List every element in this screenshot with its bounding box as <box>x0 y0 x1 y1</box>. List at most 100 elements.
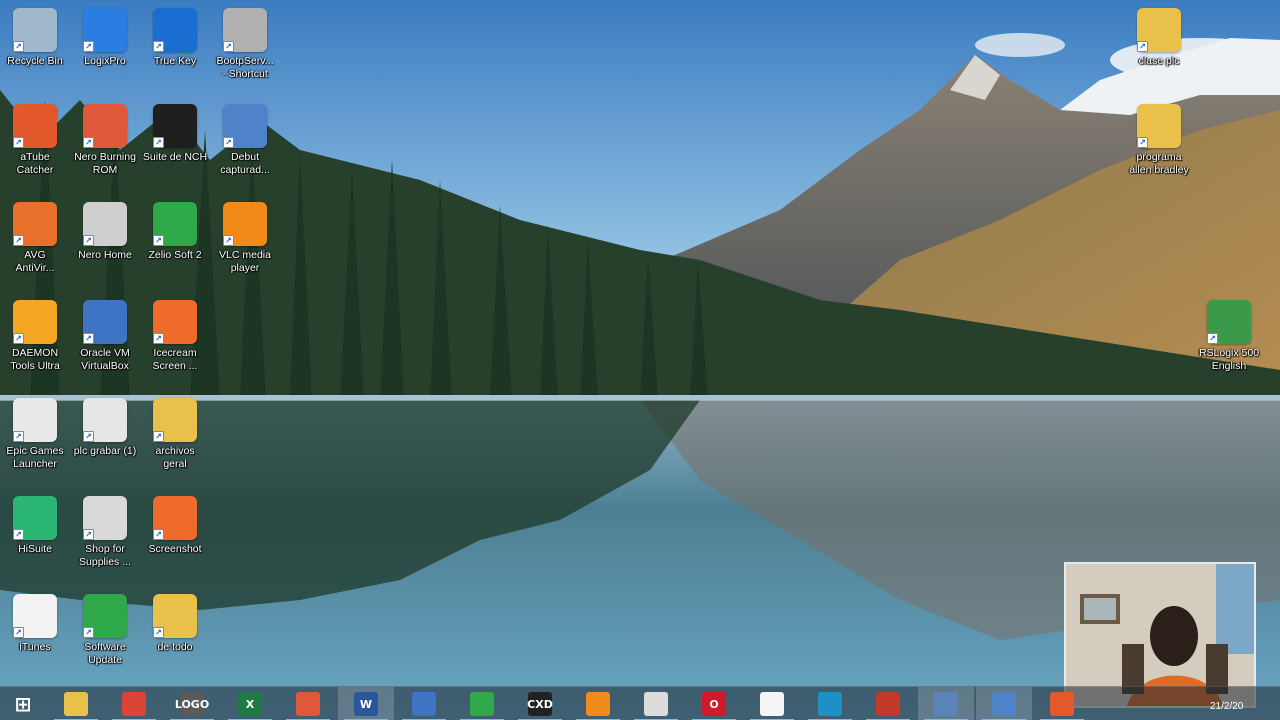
taskbar-cxd[interactable]: CXD <box>512 687 568 720</box>
desktop-icon-bootp-server[interactable]: ↗ BootpServ... - Shortcut <box>210 8 280 98</box>
logo-soft-comfort-icon: LOGO <box>175 692 209 716</box>
icecream-screen-recorder-icon: ↗ <box>153 300 197 344</box>
desktop-icon-label: RSLogix 500 English <box>1198 347 1260 372</box>
desktop-icon-plc-file[interactable]: ↗ plc grabar (1) <box>70 398 140 488</box>
taskbar-opera[interactable]: O <box>686 687 742 720</box>
word-icon: W <box>354 692 378 716</box>
desktop-icon-atube-catcher[interactable]: ↗ aTube Catcher <box>0 104 70 194</box>
taskbar-file-explorer[interactable] <box>48 687 104 720</box>
shortcut-arrow-icon: ↗ <box>1137 41 1148 52</box>
taskbar-debut[interactable] <box>976 687 1032 720</box>
desktop-icon-folder[interactable]: ↗ de todo <box>140 594 210 684</box>
desktop-icon-folder[interactable]: ↗ programa allen bradley <box>1124 104 1194 194</box>
vlc-icon: ↗ <box>223 202 267 246</box>
desktop-icon-label: HiSuite <box>18 543 52 555</box>
desktop-icon-icecream-screen-recorder[interactable]: ↗ Icecream Screen ... <box>140 300 210 390</box>
zelio-soft-icon: ↗ <box>153 202 197 246</box>
nch-suite-icon: ↗ <box>153 104 197 148</box>
shortcut-arrow-icon: ↗ <box>153 235 164 246</box>
desktop-icon-itunes[interactable]: ↗ iTunes <box>0 594 70 684</box>
desktop-icon-nero-burning-rom[interactable]: ↗ Nero Burning ROM <box>70 104 140 194</box>
taskbar-virtualbox[interactable] <box>396 687 452 720</box>
nero-burning-rom-icon <box>296 692 320 716</box>
shortcut-arrow-icon: ↗ <box>83 333 94 344</box>
desktop-icon-nch-suite[interactable]: ↗ Suite de NCH <box>140 104 210 194</box>
folder-icon: ↗ <box>1137 104 1181 148</box>
desktop-icon-software-update[interactable]: ↗ Software Update <box>70 594 140 684</box>
desktop-icon-screenshot[interactable]: ↗ Screenshot <box>140 496 210 586</box>
excel-icon: X <box>238 692 262 716</box>
true-key-icon: ↗ <box>153 8 197 52</box>
desktop-icon-virtualbox[interactable]: ↗ Oracle VM VirtualBox <box>70 300 140 390</box>
taskbar-office[interactable] <box>1034 687 1090 720</box>
desktop-icon-true-key[interactable]: ↗ True Key <box>140 8 210 98</box>
taskbar-logo-soft[interactable]: LOGO <box>164 687 220 720</box>
debut-video-capture-icon: ↗ <box>223 104 267 148</box>
desktop-icon-label: Nero Burning ROM <box>74 151 136 176</box>
photos-icon <box>818 692 842 716</box>
daemon-tools-icon: ↗ <box>13 300 57 344</box>
windows-logo-icon: ⊞ <box>14 692 32 716</box>
desktop-icon-daemon-tools[interactable]: ↗ DAEMON Tools Ultra <box>0 300 70 390</box>
desktop-icon-logixpro[interactable]: ↗ LogixPro <box>70 8 140 98</box>
desktop-icon-folder[interactable]: ↗ archivos geral <box>140 398 210 488</box>
shortcut-arrow-icon: ↗ <box>13 431 24 442</box>
taskbar-start-button[interactable]: ⊞ <box>0 687 46 720</box>
desktop-icon-label: aTube Catcher <box>16 151 54 176</box>
taskbar-keyboard-app[interactable] <box>628 687 684 720</box>
desktop-icon-label: plc grabar (1) <box>73 445 137 457</box>
desktop-icon-label: LogixPro <box>84 55 126 67</box>
shortcut-arrow-icon: ↗ <box>1137 137 1148 148</box>
taskbar-blank-file[interactable] <box>744 687 800 720</box>
desktop-icon-label: Oracle VM VirtualBox <box>80 347 130 372</box>
shortcut-arrow-icon: ↗ <box>153 41 164 52</box>
taskbar-excel[interactable]: X <box>222 687 278 720</box>
taskbar-vlc[interactable] <box>570 687 626 720</box>
taskbar-zelio[interactable] <box>454 687 510 720</box>
desktop-icon-epic-games-launcher[interactable]: ↗ Epic Games Launcher <box>0 398 70 488</box>
taskbar-recorder[interactable] <box>860 687 916 720</box>
taskbar-nero[interactable] <box>280 687 336 720</box>
plc-file-icon: ↗ <box>83 398 127 442</box>
shortcut-arrow-icon: ↗ <box>13 41 24 52</box>
desktop-icon-folder[interactable]: ↗ clase plc <box>1124 8 1194 98</box>
shortcut-arrow-icon: ↗ <box>83 529 94 540</box>
shortcut-arrow-icon: ↗ <box>13 627 24 638</box>
nero-home-icon: ↗ <box>83 202 127 246</box>
desktop-icon-label: Debut capturad... <box>220 151 270 176</box>
cxd-icon: CXD <box>527 692 553 716</box>
taskbar-word[interactable]: W <box>338 687 394 720</box>
shortcut-arrow-icon: ↗ <box>83 235 94 246</box>
desktop-icon-hisuite[interactable]: ↗ HiSuite <box>0 496 70 586</box>
shortcut-arrow-icon: ↗ <box>223 137 234 148</box>
shortcut-arrow-icon: ↗ <box>13 333 24 344</box>
desktop-icon-vlc[interactable]: ↗ VLC media player <box>210 202 280 292</box>
shortcut-arrow-icon: ↗ <box>153 431 164 442</box>
taskbar-chrome[interactable] <box>106 687 162 720</box>
atube-catcher-icon: ↗ <box>13 104 57 148</box>
screenshot-icon: ↗ <box>153 496 197 540</box>
desktop-icon-label: AVG AntiVir... <box>15 249 55 274</box>
shortcut-arrow-icon: ↗ <box>223 235 234 246</box>
folder-icon: ↗ <box>1137 8 1181 52</box>
virtualbox-icon <box>412 692 436 716</box>
taskbar-photos[interactable] <box>802 687 858 720</box>
shortcut-arrow-icon: ↗ <box>223 41 234 52</box>
desktop-icon-label: programa allen bradley <box>1129 151 1189 176</box>
desktop-icon-label: Software Update <box>84 641 126 666</box>
avg-antivirus-icon: ↗ <box>13 202 57 246</box>
desktop-icon-rslogix-500[interactable]: ↗ RSLogix 500 English <box>1194 300 1264 390</box>
desktop-icon-printer[interactable]: ↗ Shop for Supplies ... <box>70 496 140 586</box>
taskbar-clock[interactable]: 21/2/20 <box>1210 701 1243 712</box>
desktop-icon-debut-video-capture[interactable]: ↗ Debut capturad... <box>210 104 280 194</box>
rslogix-500-icon <box>934 692 958 716</box>
desktop-icon-nero-home[interactable]: ↗ Nero Home <box>70 202 140 292</box>
taskbar-rslogix[interactable] <box>918 687 974 720</box>
desktop-icon-zelio-soft[interactable]: ↗ Zelio Soft 2 <box>140 202 210 292</box>
epic-games-launcher-icon: ↗ <box>13 398 57 442</box>
folder-icon: ↗ <box>153 398 197 442</box>
desktop-icon-recycle-bin[interactable]: ↗ Recycle Bin <box>0 8 70 98</box>
hisuite-icon: ↗ <box>13 496 57 540</box>
virtualbox-icon: ↗ <box>83 300 127 344</box>
desktop-icon-avg-antivirus[interactable]: ↗ AVG AntiVir... <box>0 202 70 292</box>
